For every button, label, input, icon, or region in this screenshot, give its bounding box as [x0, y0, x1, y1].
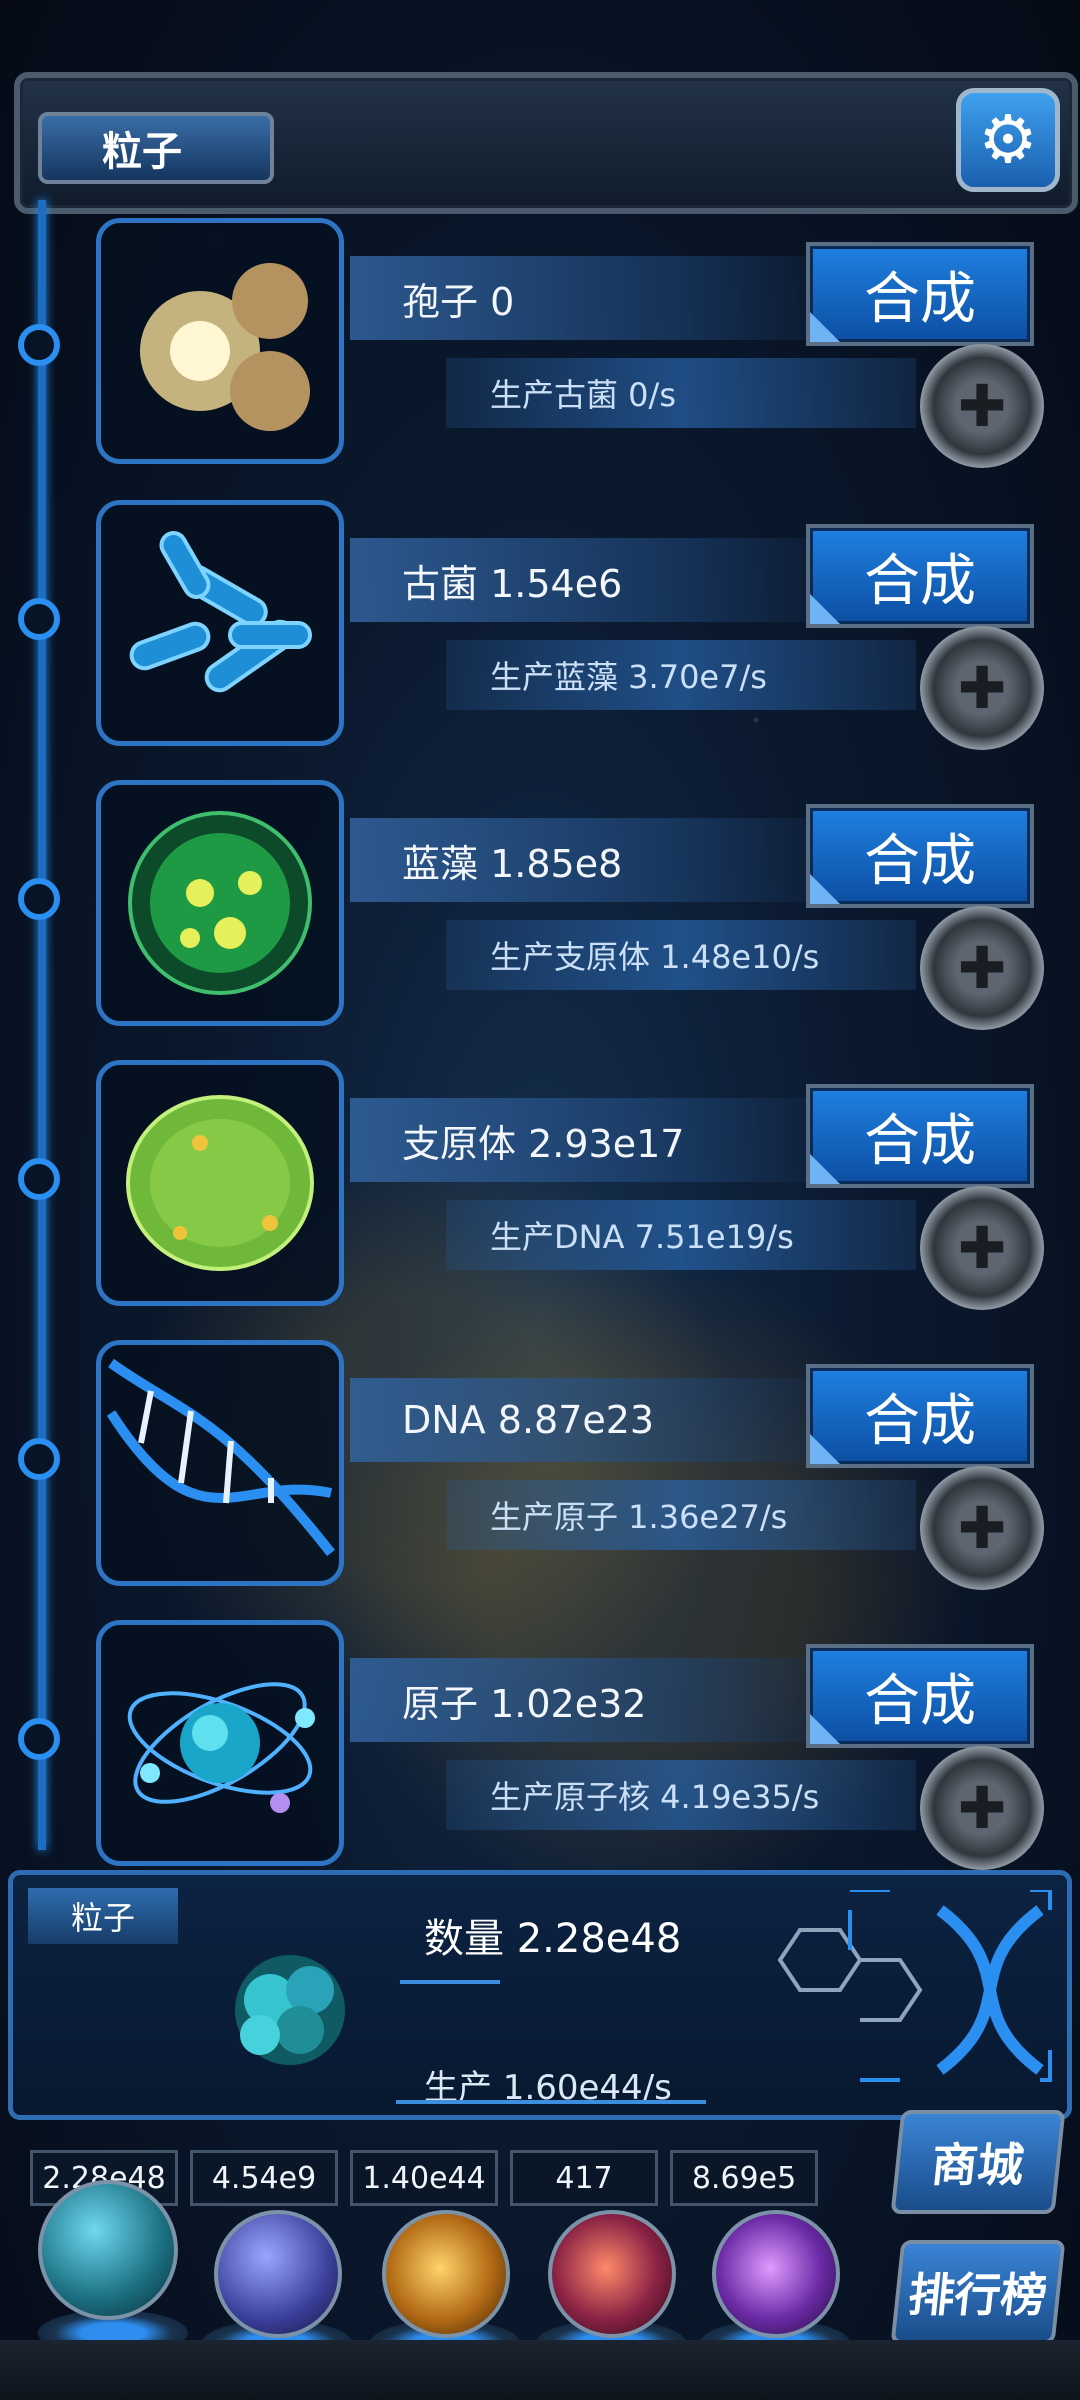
upgrade-plus-button[interactable]: ✚ [920, 1746, 1044, 1870]
plus-icon: ✚ [957, 654, 1007, 722]
plus-icon: ✚ [957, 1494, 1007, 1562]
resource-row-spore: 孢子 0 合成 生产古菌 0/s ✚ [0, 206, 1080, 486]
mycoplasma-icon [126, 1095, 314, 1271]
upgrade-plus-button[interactable]: ✚ [920, 344, 1044, 468]
spore-icon [140, 263, 310, 431]
resource-name: 古菌 1.54e6 [350, 538, 830, 622]
plus-icon: ✚ [957, 1214, 1007, 1282]
combine-button[interactable]: 合成 [806, 1364, 1034, 1468]
brain-orb-button[interactable] [548, 2210, 676, 2338]
combine-button[interactable]: 合成 [806, 804, 1034, 908]
vortex-orb-button[interactable] [712, 2210, 840, 2338]
archaea-icon-frame [96, 500, 344, 746]
resource-row-dna: DNA 8.87e23 合成 生产原子 1.36e27/s ✚ [0, 1328, 1080, 1608]
production-rate: 生产支原体 1.48e10/s [446, 920, 916, 990]
circuit-line [396, 2100, 706, 2104]
resource-name: 蓝藻 1.85e8 [350, 818, 830, 902]
archaea-icon [129, 531, 312, 693]
resource-name: DNA 8.87e23 [350, 1378, 830, 1462]
bottom-frame [0, 2340, 1080, 2400]
production-rate: 生产原子 1.36e27/s [446, 1480, 916, 1550]
resource-name: 原子 1.02e32 [350, 1658, 830, 1742]
production-rate: 生产蓝藻 3.70e7/s [446, 640, 916, 710]
production-rate: 生产DNA 7.51e19/s [446, 1200, 916, 1270]
particle-count: 数量 2.28e48 [424, 1916, 682, 1962]
rail-node [18, 1158, 60, 1200]
spore-icon-frame [96, 218, 344, 464]
cyanobacteria-icon-frame [96, 780, 344, 1026]
rail-node [18, 324, 60, 366]
production-rate: 生产原子核 4.19e35/s [446, 1760, 916, 1830]
atom-icon-frame [96, 1620, 344, 1866]
resource-row-archaea: 古菌 1.54e6 合成 生产蓝藻 3.70e7/s ✚ [0, 488, 1080, 768]
particle-tag: 粒子 [28, 1888, 178, 1944]
combine-button[interactable]: 合成 [806, 1644, 1034, 1748]
resource-name: 孢子 0 [350, 256, 830, 340]
rail-node [18, 1438, 60, 1480]
shop-button[interactable]: 商城 [890, 2110, 1066, 2214]
resource-row-cyanobacteria: 蓝藻 1.85e8 合成 生产支原体 1.48e10/s ✚ [0, 768, 1080, 1048]
energy-orb-button[interactable] [214, 2210, 342, 2338]
gear-icon: ⚙ [978, 101, 1038, 178]
rail-node [18, 1718, 60, 1760]
resource-row-mycoplasma: 支原体 2.93e17 合成 生产DNA 7.51e19/s ✚ [0, 1048, 1080, 1328]
production-rate: 生产古菌 0/s [446, 358, 916, 428]
dna-icon-frame [96, 1340, 344, 1586]
combine-button[interactable]: 合成 [806, 1084, 1034, 1188]
plus-icon: ✚ [957, 372, 1007, 440]
dna-icon [106, 1358, 335, 1557]
star-orb-button[interactable] [382, 2210, 510, 2338]
plus-icon: ✚ [957, 934, 1007, 1002]
plus-icon: ✚ [957, 1774, 1007, 1842]
resource-row-atom: 原子 1.02e32 合成 生产原子核 4.19e35/s ✚ [0, 1608, 1080, 1888]
dna-emblem-icon [777, 1890, 1052, 2082]
combine-button[interactable]: 合成 [806, 524, 1034, 628]
resource-name: 支原体 2.93e17 [350, 1098, 830, 1182]
page-title: 粒子 [38, 112, 274, 184]
rail-node [18, 878, 60, 920]
upgrade-plus-button[interactable]: ✚ [920, 1466, 1044, 1590]
upgrade-plus-button[interactable]: ✚ [920, 626, 1044, 750]
upgrade-plus-button[interactable]: ✚ [920, 906, 1044, 1030]
atom-icon [127, 1682, 315, 1813]
particle-orb-button[interactable] [38, 2180, 178, 2320]
ranking-button[interactable]: 排行榜 [890, 2240, 1066, 2344]
mycoplasma-icon-frame [96, 1060, 344, 1306]
cyanobacteria-icon [128, 811, 312, 995]
combine-button[interactable]: 合成 [806, 242, 1034, 346]
upgrade-plus-button[interactable]: ✚ [920, 1186, 1044, 1310]
particle-icon [235, 1955, 345, 2065]
settings-button[interactable]: ⚙ [956, 88, 1060, 192]
rail-node [18, 598, 60, 640]
circuit-line [400, 1980, 500, 1984]
